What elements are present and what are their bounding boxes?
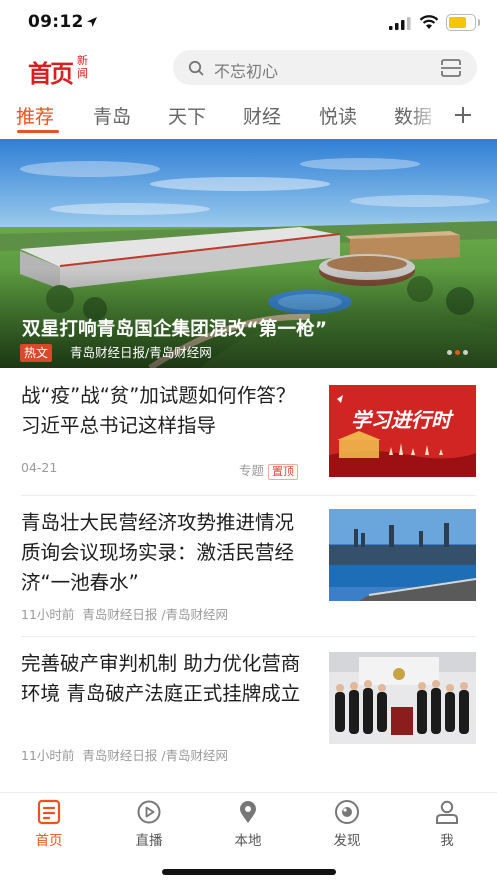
article-thumbnail xyxy=(329,509,476,601)
category-label: 专题 xyxy=(239,463,265,478)
carousel-dot-active xyxy=(455,350,460,355)
search-input[interactable]: 不忘初心 xyxy=(173,50,477,85)
thumb-text: 学习进行时 xyxy=(351,408,454,432)
location-pin-icon xyxy=(240,801,256,823)
article-thumbnail: 学习进行时 xyxy=(329,385,476,477)
time-label: 11小时前 xyxy=(21,607,75,622)
nav-discover[interactable]: 发现 xyxy=(312,799,382,851)
article-title: 战“疫”战“贫”加试题如何作答？习近平总书记这样指导 xyxy=(21,384,296,437)
logo-sub-text: 新闻 xyxy=(77,54,88,80)
nav-home-label: 首页 xyxy=(35,833,63,849)
source-label: 青岛财经日报 /青岛财经网 xyxy=(82,748,229,763)
plus-icon xyxy=(455,107,471,123)
tabs-fade xyxy=(408,96,442,136)
news-icon xyxy=(37,799,61,825)
article-title: 完善破产审判机制 助力优化营商环境 青岛破产法庭正式挂牌成立 xyxy=(21,652,301,705)
pinned-badge: 置顶 xyxy=(268,464,299,480)
article-item[interactable]: 完善破产审判机制 助力优化营商环境 青岛破产法庭正式挂牌成立 11小时前 青岛财… xyxy=(0,637,497,777)
article-category: 专题 置顶 xyxy=(239,460,299,480)
nav-me[interactable]: 我 xyxy=(412,799,482,851)
banner-title: 双星打响青岛国企集团混改“第一枪” xyxy=(22,319,328,340)
nav-live-label: 直播 xyxy=(135,833,163,849)
active-tab-indicator xyxy=(17,130,59,133)
article-thumbnail xyxy=(329,652,476,744)
nav-discover-label: 发现 xyxy=(333,833,361,849)
nav-home[interactable]: 首页 xyxy=(14,799,84,851)
nav-me-label: 我 xyxy=(440,833,454,849)
article-time: 11小时前 青岛财经日报 /青岛财经网 xyxy=(21,745,228,764)
status-time: 09:12 xyxy=(28,12,84,32)
article-date: 04-21 xyxy=(21,460,58,475)
carousel-dot xyxy=(447,350,452,355)
battery-icon xyxy=(446,14,476,31)
featured-banner[interactable]: 双星打响青岛国企集团混改“第一枪” 热文 青岛财经日报/青岛财经网 xyxy=(0,139,497,368)
battery-cap xyxy=(478,19,480,26)
tab-world[interactable]: 天下 xyxy=(168,102,206,129)
article-item[interactable]: 战“疫”战“贫”加试题如何作答？习近平总书记这样指导 04-21 专题 置顶 学习… xyxy=(0,368,497,495)
tab-finance[interactable]: 财经 xyxy=(243,102,281,129)
hot-tag: 热文 xyxy=(20,344,53,362)
play-icon xyxy=(137,800,161,824)
tab-recommend[interactable]: 推荐 xyxy=(16,102,54,129)
time-label: 11小时前 xyxy=(21,748,75,763)
article-item[interactable]: 青岛壮大民营经济攻势推进情况质询会议现场实录：激活民营经济“一池春水” 11小时… xyxy=(0,496,497,636)
logo-main-text: 首页 xyxy=(28,60,74,88)
eye-icon xyxy=(335,800,359,824)
banner-source: 青岛财经日报/青岛财经网 xyxy=(70,345,212,360)
source-label: 青岛财经日报 /青岛财经网 xyxy=(82,607,229,622)
cellular-signal-icon xyxy=(389,17,411,30)
nav-local-label: 本地 xyxy=(234,833,262,849)
add-channel-button[interactable] xyxy=(448,98,478,130)
search-placeholder: 不忘初心 xyxy=(214,62,279,81)
carousel-dot xyxy=(463,350,468,355)
wifi-icon xyxy=(419,15,439,29)
user-icon xyxy=(436,800,458,824)
channel-tabs: 推荐 青岛 天下 财经 悦读 数据 xyxy=(0,96,497,136)
scan-icon[interactable] xyxy=(440,58,462,78)
article-time: 11小时前 青岛财经日报 /青岛财经网 xyxy=(21,604,228,623)
nav-live[interactable]: 直播 xyxy=(114,799,184,851)
nav-local[interactable]: 本地 xyxy=(213,799,283,851)
tab-qingdao[interactable]: 青岛 xyxy=(93,102,131,129)
status-bar: 09:12 xyxy=(0,0,497,46)
article-title: 青岛壮大民营经济攻势推进情况质询会议现场实录：激活民营经济“一池春水” xyxy=(21,511,295,594)
tab-reading[interactable]: 悦读 xyxy=(319,102,357,129)
search-icon xyxy=(188,60,204,76)
location-arrow-icon xyxy=(87,17,97,27)
home-indicator xyxy=(162,869,336,875)
